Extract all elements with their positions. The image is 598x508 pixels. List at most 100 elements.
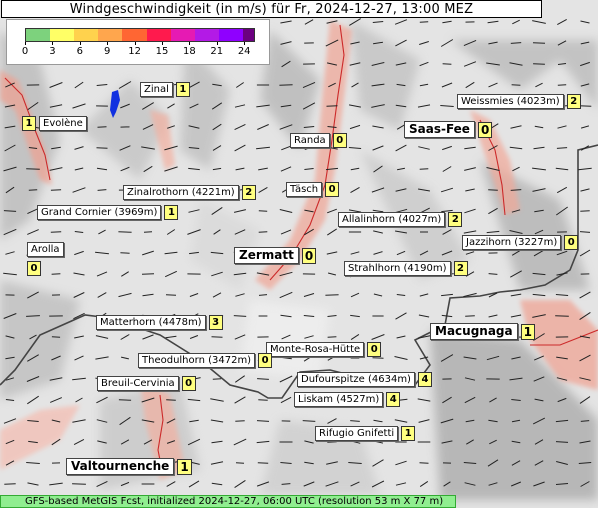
wind-value-badge: 0: [477, 121, 493, 138]
wind-arrow: [258, 231, 268, 233]
legend-tick-mark: [216, 42, 218, 45]
place-label-strahlhorn[interactable]: Strahlhorn (4190m) 2: [344, 261, 468, 276]
place-label-jazzihorn[interactable]: Jazzihorn (3227m) 0: [462, 235, 579, 250]
legend-tick-mark: [79, 42, 81, 45]
place-name: Monte-Rosa-Hütte: [266, 342, 365, 357]
wind-value-badge: 2: [448, 212, 463, 227]
wind-arrow: [51, 336, 61, 338]
place-label-allalinhorn[interactable]: Allalinhorn (4027m) 2: [338, 212, 463, 227]
wind-arrow: [141, 273, 155, 275]
place-name: Dufourspitze (4634m): [297, 372, 415, 387]
wind-arrow: [235, 462, 245, 464]
legend-swatch: [146, 29, 171, 41]
wind-value-badge: 2: [241, 185, 256, 200]
wind-arrow: [557, 84, 567, 86]
wind-value-badge: 1: [164, 205, 179, 220]
wind-value-badge: 3: [208, 315, 223, 330]
place-label-grandcornier[interactable]: Grand Cornier (3969m) 1: [37, 205, 179, 220]
wind-arrow: [419, 168, 429, 170]
wind-arrow: [511, 84, 521, 86]
legend-swatch: [26, 29, 51, 41]
legend-swatch: [98, 29, 123, 41]
wind-value-badge: 0: [367, 342, 382, 357]
wind-arrow: [118, 399, 132, 401]
legend-tick-label: 15: [155, 46, 169, 57]
wind-value-badge: 1: [22, 116, 36, 131]
place-name: Evolène: [39, 116, 87, 131]
legend-swatch: [218, 29, 243, 41]
place-label-zinal[interactable]: Zinal 1: [140, 82, 190, 97]
legend-tick-label: 24: [237, 46, 251, 57]
place-label-weissmies[interactable]: Weissmies (4023m) 2: [457, 94, 581, 109]
legend-tick-label: 18: [183, 46, 196, 57]
wind-arrow: [465, 315, 475, 317]
wind-arrow: [165, 294, 177, 296]
wind-arrow: [50, 231, 62, 233]
place-label-theodulhorn[interactable]: Theodulhorn (3472m) 0: [138, 353, 273, 368]
wind-value-badge: 0: [181, 376, 196, 391]
place-label-monterosa[interactable]: Monte-Rosa-Hütte 0: [266, 342, 382, 357]
wind-arrow: [50, 189, 62, 191]
place-label-gnifetti[interactable]: Rifugio Gnifetti 1: [315, 426, 416, 441]
place-name: Weissmies (4023m): [457, 94, 564, 109]
wind-arrow: [257, 462, 269, 464]
wind-value-badge: 0: [564, 235, 579, 250]
place-name: Liskam (4527m): [294, 392, 384, 407]
place-name: Allalinhorn (4027m): [338, 212, 446, 227]
legend-tick-mark: [52, 42, 54, 45]
place-name: Valtournenche: [66, 458, 175, 475]
wind-value-badge: 2: [566, 94, 581, 109]
place-name: Arolla: [27, 242, 64, 257]
place-label-tasch[interactable]: Täsch 0: [286, 182, 340, 197]
place-name: Zinal: [140, 82, 173, 97]
legend-tick-mark: [162, 42, 163, 45]
place-label-arolla[interactable]: Arolla 0: [27, 242, 64, 276]
place-name: Strahlhorn (4190m): [344, 261, 451, 276]
place-name: Theodulhorn (3472m): [138, 353, 256, 368]
place-label-evolene[interactable]: 1 Evolène: [22, 116, 87, 131]
wind-value-badge: 2: [453, 261, 468, 276]
wind-value-badge: 1: [520, 323, 535, 340]
wind-arrow: [118, 231, 132, 233]
legend-tick-label: 0: [21, 46, 29, 57]
legend-tick-mark: [134, 42, 136, 45]
legend-tick-mark: [244, 42, 246, 45]
place-name: Randa: [290, 133, 330, 148]
legend-tick-label: 12: [128, 46, 141, 57]
place-name: Jazzihorn (3227m): [462, 235, 562, 250]
wind-arrow: [235, 420, 245, 422]
place-label-matterhorn[interactable]: Matterhorn (4478m) 3: [96, 315, 223, 330]
place-label-dufourspitze[interactable]: Dufourspitze (4634m) 4: [297, 372, 432, 387]
wind-value-badge: 1: [177, 458, 192, 475]
place-name: Macugnaga: [430, 323, 518, 340]
footer-info: GFS-based MetGIS Fcst, initialized 2024-…: [0, 495, 456, 508]
place-label-macugnaga[interactable]: Macugnaga 1: [430, 323, 535, 340]
place-label-liskam[interactable]: Liskam (4527m) 4: [294, 392, 401, 407]
legend-swatch: [242, 29, 254, 41]
place-name: Rifugio Gnifetti: [315, 426, 399, 441]
legend-tick-mark: [25, 42, 26, 45]
legend-swatch: [194, 29, 219, 41]
wind-value-badge: 0: [27, 261, 41, 276]
place-name: Zinalrothorn (4221m): [123, 185, 239, 200]
place-label-zermatt[interactable]: Zermatt 0: [234, 247, 317, 264]
legend-swatch: [50, 29, 75, 41]
legend-tick-mark: [107, 42, 109, 45]
place-label-zinalrothorn[interactable]: Zinalrothorn (4221m) 2: [123, 185, 256, 200]
wind-value-badge: 0: [258, 353, 273, 368]
place-label-breuil[interactable]: Breuil-Cervinia 0: [97, 376, 196, 391]
place-label-randa[interactable]: Randa 0: [290, 133, 347, 148]
place-label-valtournenche[interactable]: Valtournenche 1: [66, 458, 192, 475]
place-name: Zermatt: [234, 247, 299, 264]
legend-swatch: [74, 29, 99, 41]
legend-tick-label: 3: [49, 46, 56, 57]
place-name: Breuil-Cervinia: [97, 376, 179, 391]
wind-arrow: [532, 42, 546, 44]
place-label-saasfee[interactable]: Saas-Fee 0: [404, 121, 493, 138]
legend-tick-label: 21: [210, 46, 224, 57]
legend-swatch: [170, 29, 195, 41]
legend-color-bar: [25, 28, 255, 42]
wind-value-badge: 0: [332, 133, 347, 148]
legend-swatch: [122, 29, 147, 41]
wind-arrow: [488, 189, 498, 191]
